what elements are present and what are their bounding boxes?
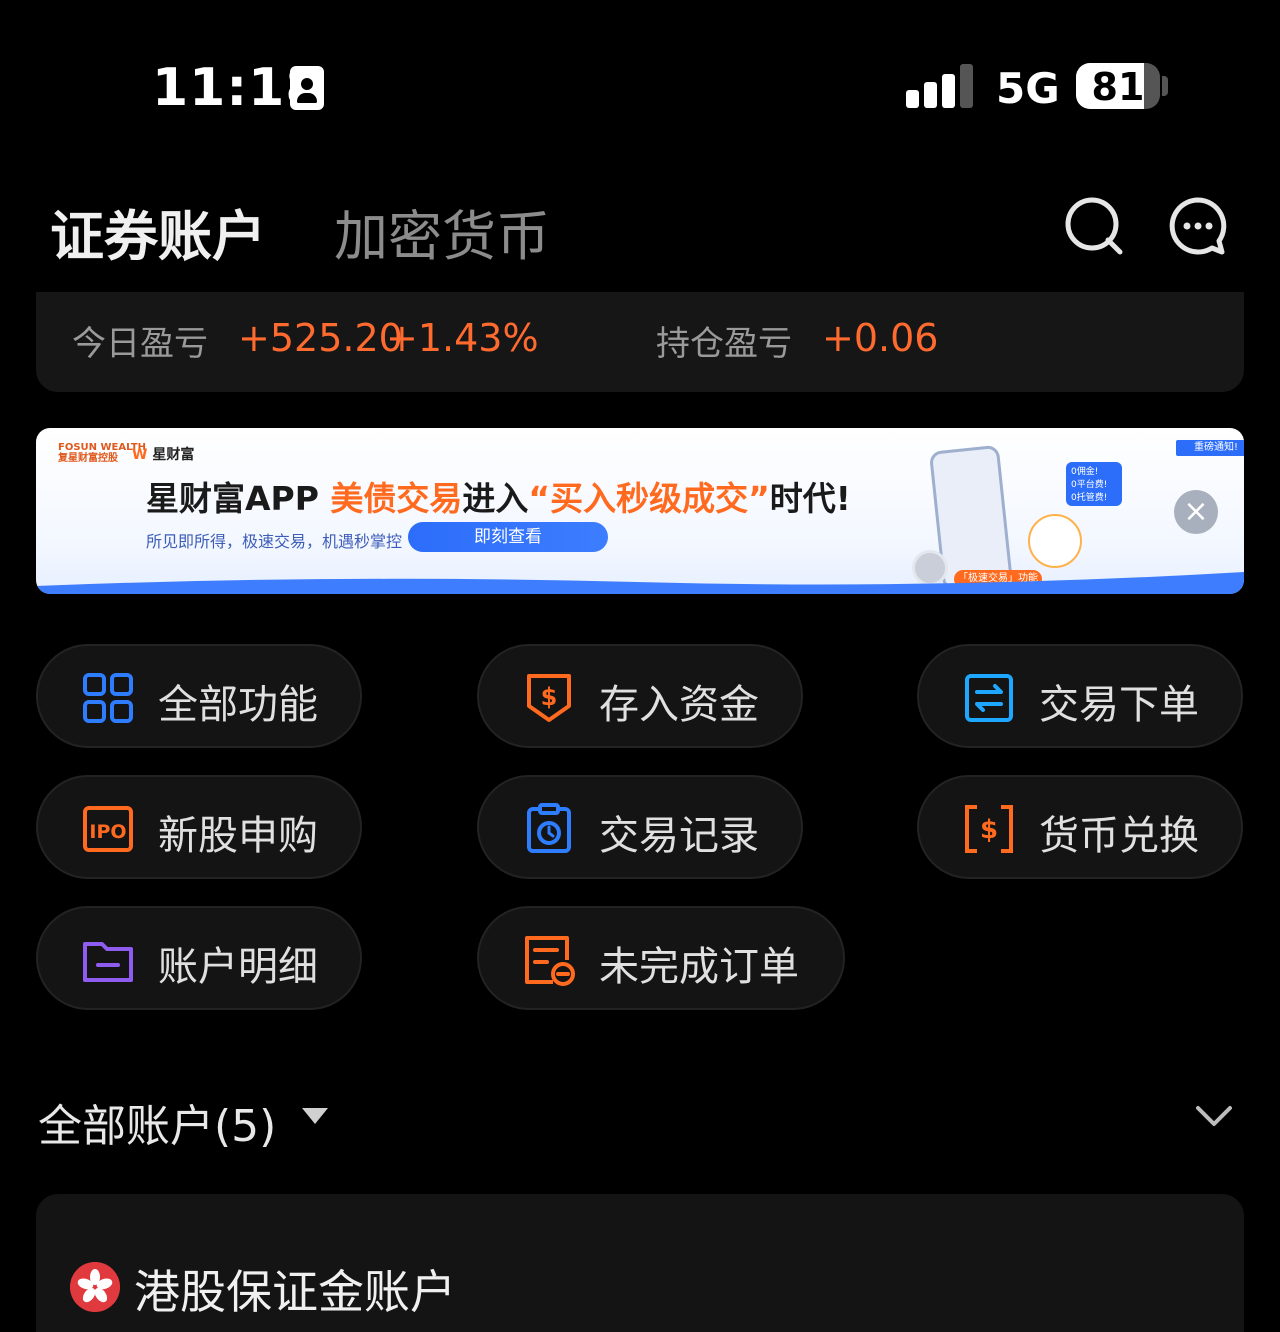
banner-cta-button[interactable]: 即刻查看 <box>408 522 608 552</box>
tab-crypto[interactable]: 加密货币 <box>334 192 550 271</box>
notice-tag: 重磅通知! <box>1175 440 1244 456</box>
ipo-subscription-button[interactable]: IPO 新股申购 <box>36 775 362 879</box>
message-icon[interactable] <box>1168 196 1228 256</box>
record-icon <box>527 803 571 853</box>
grid-icon <box>83 673 133 723</box>
deposit-funds-label: 存入资金 <box>599 682 759 728</box>
pending-order-icon <box>525 936 575 986</box>
exchange-icon: $ <box>965 805 1013 853</box>
place-order-label: 交易下单 <box>1039 682 1199 728</box>
folder-icon <box>83 942 133 982</box>
currency-exchange-button[interactable]: $ 货币兑换 <box>917 775 1243 879</box>
tab-securities-account[interactable]: 证券账户 <box>50 192 266 271</box>
app-logo: W 星财富 <box>132 447 195 463</box>
fee-bubble: 0佣金! 0平台费! 0托管费! <box>1066 462 1122 506</box>
banner-wave <box>36 572 1244 594</box>
all-functions-label: 全部功能 <box>158 682 318 728</box>
today-pnl-percent: +1.43% <box>386 316 539 360</box>
svg-text:$: $ <box>980 815 998 845</box>
promo-banner[interactable]: FOSUN WEALTH 复星财富控股 W 星财富 星财富APP 美债交易进入“… <box>36 428 1244 594</box>
position-pnl-amount: +0.06 <box>822 316 939 360</box>
position-pnl-label: 持仓盈亏 <box>656 324 792 364</box>
banner-close-icon[interactable]: × <box>1174 490 1218 534</box>
pnl-summary-card <box>36 292 1244 392</box>
account-details-button[interactable]: 账户明细 <box>36 906 362 1010</box>
status-bar: 11:18 5G 81 <box>0 0 1280 160</box>
svg-text:$: $ <box>541 683 558 711</box>
banner-subtitle: 所见即所得，极速交易，机遇秒掌控 <box>146 532 403 551</box>
ipo-subscription-label: 新股申购 <box>158 813 318 859</box>
deposit-icon: $ <box>527 674 571 722</box>
currency-exchange-label: 货币兑换 <box>1039 813 1199 859</box>
signal-icon <box>906 64 976 108</box>
trade-history-button[interactable]: 交易记录 <box>477 775 803 879</box>
trade-history-label: 交易记录 <box>599 813 759 859</box>
search-icon[interactable] <box>1064 196 1124 256</box>
battery-icon: 81 <box>1076 63 1160 109</box>
svg-text:IPO: IPO <box>89 821 126 843</box>
mascot-illustration <box>1028 514 1082 568</box>
account-details-label: 账户明细 <box>158 944 318 990</box>
caret-down-icon[interactable] <box>302 1108 328 1124</box>
battery-tip <box>1162 76 1168 96</box>
hong-kong-flag-icon <box>70 1262 120 1312</box>
today-pnl-label: 今日盈亏 <box>72 324 208 364</box>
battery-percent: 81 <box>1091 65 1145 109</box>
hk-margin-account-name: 港股保证金账户 <box>134 1265 456 1319</box>
pending-orders-button[interactable]: 未完成订单 <box>477 906 845 1010</box>
network-type: 5G <box>996 64 1060 113</box>
all-accounts-title[interactable]: 全部账户(5) <box>38 1090 276 1154</box>
place-order-button[interactable]: 交易下单 <box>917 644 1243 748</box>
banner-title: 星财富APP 美债交易进入“买入秒级成交”时代! <box>146 479 851 518</box>
pending-orders-label: 未完成订单 <box>599 944 799 990</box>
ipo-icon: IPO <box>83 806 133 852</box>
deposit-funds-button[interactable]: $ 存入资金 <box>477 644 803 748</box>
all-functions-button[interactable]: 全部功能 <box>36 644 362 748</box>
trade-icon <box>965 674 1013 722</box>
contact-card-icon <box>290 66 324 110</box>
chevron-down-icon[interactable] <box>1194 1100 1234 1130</box>
today-pnl-amount: +525.20 <box>238 316 403 360</box>
